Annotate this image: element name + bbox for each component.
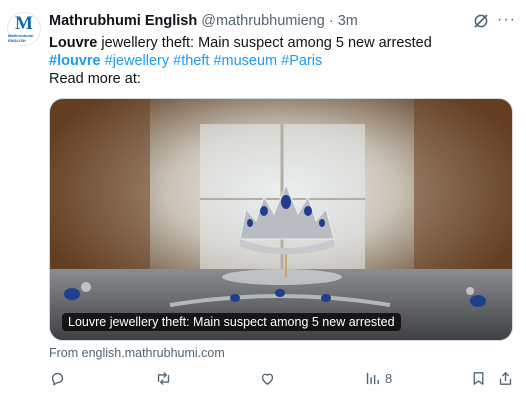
hashtag-louvre[interactable]: #louvre <box>49 53 101 69</box>
hashtag-museum[interactable]: #museum <box>213 53 277 69</box>
card-image <box>50 99 512 340</box>
reply-icon <box>51 372 64 386</box>
hashtag-jewellery[interactable]: #jewellery <box>105 53 169 69</box>
tweet-time[interactable]: 3m <box>338 13 358 29</box>
views-icon <box>366 372 379 385</box>
title-bold: Louvre <box>49 35 98 51</box>
bookmark-button[interactable] <box>470 370 487 387</box>
retweet-icon <box>157 372 170 385</box>
retweet-button[interactable] <box>155 370 172 387</box>
title-rest: jewellery theft: Main suspect among 5 ne… <box>97 35 432 51</box>
avatar-subtext: Mathrubhumi ENGLISH <box>8 33 34 43</box>
hashtags: #louvre #jewellery #theft #museum #Paris <box>49 52 322 70</box>
share-icon <box>499 372 512 385</box>
avatar[interactable]: M Mathrubhumi ENGLISH <box>7 12 41 46</box>
more-icon[interactable]: ··· <box>497 11 516 29</box>
account-name[interactable]: Mathrubhumi English <box>49 13 197 29</box>
views-button[interactable]: 8 <box>364 370 392 387</box>
hashtag-theft[interactable]: #theft <box>173 53 209 69</box>
reply-button[interactable] <box>49 370 66 387</box>
account-handle[interactable]: @mathrubhumieng <box>201 13 325 29</box>
grok-icon[interactable] <box>472 12 490 30</box>
read-more-text: Read more at: <box>49 71 141 87</box>
link-card[interactable]: Louvre jewellery theft: Main suspect amo… <box>49 98 513 341</box>
separator: · <box>324 13 338 29</box>
avatar-letter: M <box>15 13 33 34</box>
views-count: 8 <box>385 371 393 386</box>
tweet-header: Mathrubhumi English @mathrubhumieng · 3m <box>49 13 358 29</box>
share-button[interactable] <box>497 370 514 387</box>
like-icon <box>261 373 274 385</box>
hashtag-paris[interactable]: #Paris <box>281 53 322 69</box>
tweet-title: Louvre jewellery theft: Main suspect amo… <box>49 34 432 52</box>
card-caption: Louvre jewellery theft: Main suspect amo… <box>62 313 401 331</box>
bookmark-icon <box>473 372 484 385</box>
like-button[interactable] <box>259 370 276 387</box>
card-source[interactable]: From english.mathrubhumi.com <box>49 346 225 360</box>
